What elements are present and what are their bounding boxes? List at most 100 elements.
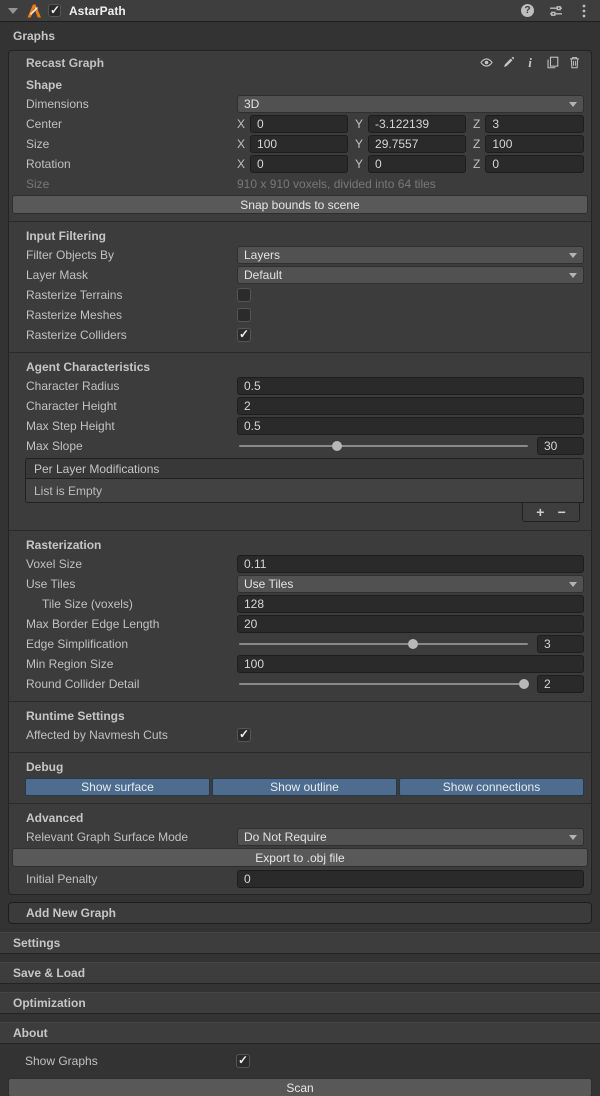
- per-layer-modifications-title: Per Layer Modifications: [34, 462, 159, 476]
- shape-heading-row: Shape: [9, 74, 591, 94]
- slider-thumb[interactable]: [519, 679, 529, 689]
- edge-simplification-slider[interactable]: [237, 635, 530, 653]
- max-step-height-field[interactable]: [237, 417, 584, 435]
- show-outline-button[interactable]: Show outline: [212, 778, 397, 796]
- show-graphs-checkbox[interactable]: [236, 1054, 250, 1068]
- slider-thumb[interactable]: [332, 441, 342, 451]
- edge-simplification-field[interactable]: [537, 635, 584, 653]
- size-y-field[interactable]: [368, 135, 466, 153]
- input-filtering-heading-row: Input Filtering: [9, 225, 591, 245]
- size-info-value: 910 x 910 voxels, divided into 64 tiles: [237, 177, 436, 191]
- foldout-settings-label: Settings: [13, 936, 60, 950]
- dimensions-label: Dimensions: [26, 97, 237, 111]
- relevant-graph-surface-mode-dropdown[interactable]: Do Not Require: [237, 828, 584, 846]
- component-header[interactable]: AstarPath ?: [0, 0, 600, 22]
- axis-z-label: Z: [473, 137, 480, 151]
- round-collider-detail-row: Round Collider Detail: [9, 674, 591, 694]
- layer-mask-label: Layer Mask: [26, 268, 237, 282]
- rasterization-heading: Rasterization: [26, 538, 101, 552]
- section-divider: Input Filtering Filter Objects By Layers…: [9, 221, 591, 345]
- center-x-field[interactable]: [250, 115, 348, 133]
- slider-track[interactable]: [239, 683, 528, 685]
- size-x-field[interactable]: [250, 135, 348, 153]
- foldout-about[interactable]: About: [0, 1022, 600, 1044]
- component-enabled-checkbox[interactable]: [48, 4, 61, 17]
- list-add-button[interactable]: +: [536, 505, 544, 519]
- voxel-size-label: Voxel Size: [26, 557, 237, 571]
- recast-graph-title-row[interactable]: Recast Graph i: [9, 51, 591, 74]
- min-region-size-field[interactable]: [237, 655, 584, 673]
- dimensions-row: Dimensions 3D: [9, 94, 591, 114]
- presets-icon[interactable]: [547, 2, 564, 19]
- slider-track[interactable]: [239, 643, 528, 645]
- character-height-field[interactable]: [237, 397, 584, 415]
- relevant-graph-surface-mode-label: Relevant Graph Surface Mode: [26, 830, 237, 844]
- axis-z-label: Z: [473, 157, 480, 171]
- shape-heading: Shape: [26, 78, 62, 92]
- toggle-visibility-eye-icon[interactable]: [478, 55, 494, 71]
- rotation-y-field[interactable]: [368, 155, 466, 173]
- show-connections-button[interactable]: Show connections: [399, 778, 584, 796]
- initial-penalty-row: Initial Penalty: [9, 869, 591, 889]
- show-surface-button[interactable]: Show surface: [25, 778, 210, 796]
- runtime-settings-heading-row: Runtime Settings: [9, 705, 591, 725]
- round-collider-detail-field[interactable]: [537, 675, 584, 693]
- axis-y-label: Y: [355, 137, 363, 151]
- rotation-x-field[interactable]: [250, 155, 348, 173]
- center-z-field[interactable]: [485, 115, 584, 133]
- rotation-label: Rotation: [26, 157, 237, 171]
- voxel-size-info-row: Size 910 x 910 voxels, divided into 64 t…: [9, 174, 591, 194]
- use-tiles-dropdown[interactable]: Use Tiles: [237, 575, 584, 593]
- initial-penalty-field[interactable]: [237, 870, 584, 888]
- foldout-optimization[interactable]: Optimization: [0, 992, 600, 1014]
- max-border-edge-length-field[interactable]: [237, 615, 584, 633]
- tile-size-label: Tile Size (voxels): [26, 597, 237, 611]
- snap-bounds-button[interactable]: Snap bounds to scene: [12, 195, 588, 214]
- scan-button-label: Scan: [286, 1081, 313, 1095]
- per-layer-modifications-list: Per Layer Modifications List is Empty + …: [25, 458, 584, 523]
- rasterize-meshes-checkbox[interactable]: [237, 308, 251, 322]
- scan-button[interactable]: Scan: [8, 1078, 592, 1096]
- foldout-settings[interactable]: Settings: [0, 932, 600, 954]
- rotation-z-field[interactable]: [485, 155, 584, 173]
- graphs-section-header[interactable]: Graphs: [0, 22, 600, 48]
- tile-size-field[interactable]: [237, 595, 584, 613]
- round-collider-detail-slider[interactable]: [237, 675, 530, 693]
- rasterize-terrains-checkbox[interactable]: [237, 288, 251, 302]
- debug-heading-row: Debug: [9, 756, 591, 776]
- slider-thumb[interactable]: [408, 639, 418, 649]
- round-collider-detail-label: Round Collider Detail: [26, 677, 237, 691]
- character-height-row: Character Height: [9, 396, 591, 416]
- dimensions-dropdown[interactable]: 3D: [237, 95, 584, 113]
- per-layer-modifications-header[interactable]: Per Layer Modifications: [26, 459, 583, 479]
- size-label: Size: [26, 137, 237, 151]
- slider-track[interactable]: [239, 445, 528, 447]
- affected-by-navmesh-cuts-checkbox[interactable]: [237, 728, 251, 742]
- edge-simplification-row: Edge Simplification: [9, 634, 591, 654]
- help-icon[interactable]: ?: [519, 2, 536, 19]
- edit-pencil-icon[interactable]: [500, 55, 516, 71]
- foldout-arrow-icon[interactable]: [8, 8, 18, 14]
- info-icon[interactable]: i: [522, 55, 538, 71]
- astar-logo-icon: [25, 2, 42, 19]
- delete-trash-icon[interactable]: [566, 55, 582, 71]
- advanced-heading-row: Advanced: [9, 807, 591, 827]
- voxel-size-field[interactable]: [237, 555, 584, 573]
- use-tiles-row: Use Tiles Use Tiles: [9, 574, 591, 594]
- export-obj-button[interactable]: Export to .obj file: [12, 848, 588, 867]
- relevant-graph-surface-mode-row: Relevant Graph Surface Mode Do Not Requi…: [9, 827, 591, 847]
- layer-mask-dropdown[interactable]: Default: [237, 266, 584, 284]
- rasterize-colliders-checkbox[interactable]: [237, 328, 251, 342]
- size-z-field[interactable]: [485, 135, 584, 153]
- character-radius-field[interactable]: [237, 377, 584, 395]
- foldout-save-and-load[interactable]: Save & Load: [0, 962, 600, 984]
- max-slope-slider[interactable]: [237, 437, 530, 455]
- list-remove-button[interactable]: −: [558, 505, 566, 519]
- max-slope-field[interactable]: [537, 437, 584, 455]
- center-y-field[interactable]: [368, 115, 466, 133]
- duplicate-icon[interactable]: [544, 55, 560, 71]
- filter-objects-by-dropdown[interactable]: Layers: [237, 246, 584, 264]
- kebab-menu-icon[interactable]: [575, 2, 592, 19]
- add-new-graph-button[interactable]: Add New Graph: [8, 902, 592, 924]
- debug-buttons-row: Show surface Show outline Show connectio…: [25, 778, 584, 796]
